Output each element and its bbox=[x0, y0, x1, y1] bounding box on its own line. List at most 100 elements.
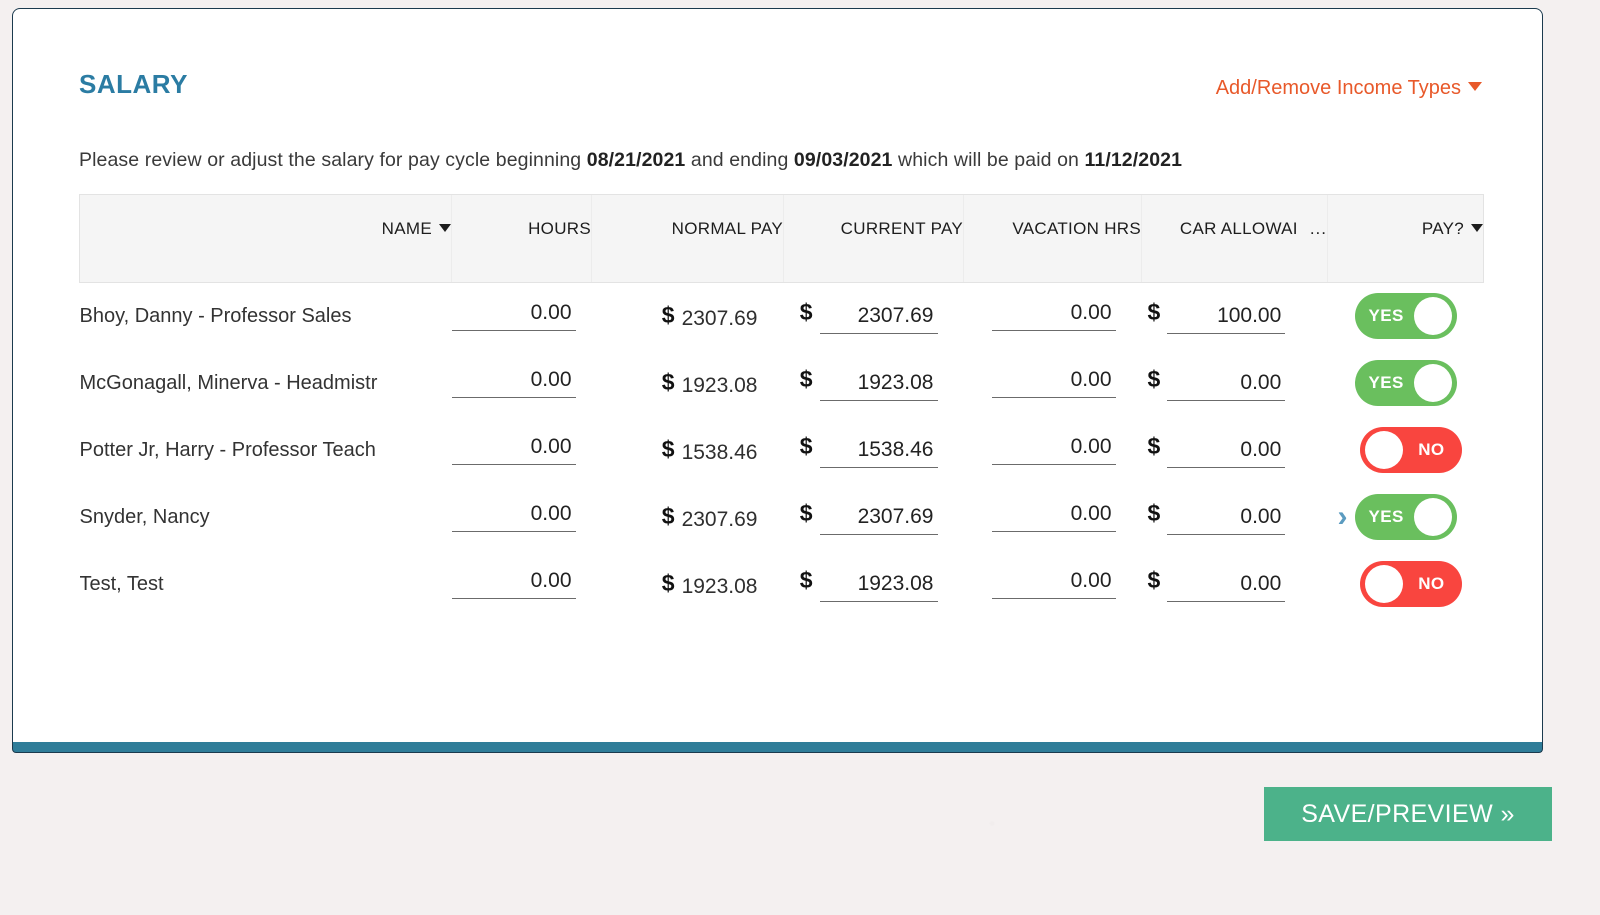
save-preview-button[interactable]: SAVE/PREVIEW » bbox=[1264, 787, 1552, 841]
cell-employee-name: McGonagall, Minerva - Headmistr bbox=[79, 371, 378, 394]
car-allowance-field: $ bbox=[1148, 366, 1286, 401]
table-row: Test, Test$1923.08$$NO bbox=[80, 551, 1484, 618]
column-header-name[interactable]: NAME bbox=[79, 194, 452, 283]
column-header-hours: HOURS bbox=[451, 194, 592, 283]
toggle-knob bbox=[1413, 498, 1452, 536]
cell-pay-toggle: NO bbox=[1328, 551, 1484, 618]
pay-toggle-yes[interactable]: YES bbox=[1354, 360, 1457, 406]
normal-pay-value: 2307.69 bbox=[681, 306, 758, 330]
cell-car-allowance: $ bbox=[1142, 283, 1328, 350]
truncation-ellipsis: ... bbox=[1309, 219, 1327, 238]
cell-current-pay: $ bbox=[784, 417, 964, 484]
hours-input[interactable] bbox=[451, 502, 576, 532]
pay-toggle-label: YES bbox=[1368, 373, 1404, 392]
vacation-hrs-input[interactable] bbox=[991, 435, 1116, 465]
card-bottom-accent-bar bbox=[12, 742, 1543, 753]
cell-normal-pay: $2307.69 bbox=[592, 283, 784, 350]
pay-date: 11/12/2021 bbox=[1084, 149, 1183, 171]
page-root: SALARY Add/Remove Income Types Please re… bbox=[0, 0, 1600, 915]
column-header-current-pay: CURRENT PAY bbox=[783, 194, 964, 283]
pay-toggle-no[interactable]: NO bbox=[1359, 561, 1462, 607]
cell-employee-name: Bhoy, Danny - Professor Sales bbox=[79, 304, 352, 327]
table-row: McGonagall, Minerva - Headmistr$1923.08$… bbox=[80, 350, 1484, 417]
table-row: Potter Jr, Harry - Professor Teach $1538.… bbox=[80, 417, 1484, 484]
currency-symbol: $ bbox=[1147, 566, 1161, 593]
pay-toggle-label: YES bbox=[1368, 306, 1404, 326]
cell-current-pay: $ bbox=[784, 484, 964, 551]
subtitle-lead: Please review or adjust the salary for p… bbox=[79, 149, 587, 171]
current-pay-input[interactable] bbox=[819, 303, 938, 334]
page-title: SALARY bbox=[79, 69, 188, 99]
current-pay-input[interactable] bbox=[819, 504, 938, 535]
chevron-down-icon bbox=[1468, 82, 1482, 91]
cell-car-allowance: $ bbox=[1142, 551, 1328, 618]
car-allowance-field: $ bbox=[1148, 567, 1286, 602]
pay-toggle-no[interactable]: NO bbox=[1359, 427, 1462, 473]
cell-hours bbox=[451, 551, 592, 618]
car-allowance-field: $ bbox=[1148, 500, 1286, 535]
current-pay-input[interactable] bbox=[819, 437, 938, 468]
currency-symbol: $ bbox=[1147, 499, 1161, 526]
hours-input[interactable] bbox=[451, 435, 576, 465]
column-header-car-allowance-label: CAR ALLOWAI bbox=[1179, 219, 1298, 238]
vacation-hrs-input[interactable] bbox=[991, 569, 1116, 599]
cell-normal-pay: $2307.69 bbox=[592, 484, 784, 551]
vacation-hrs-input[interactable] bbox=[991, 502, 1116, 532]
car-allowance-field: $ bbox=[1148, 433, 1286, 468]
pay-toggle-yes[interactable]: YES bbox=[1354, 293, 1457, 340]
car-allowance-input[interactable] bbox=[1167, 504, 1286, 535]
pay-toggle-label: NO bbox=[1418, 574, 1445, 593]
vacation-hrs-input[interactable] bbox=[991, 301, 1116, 332]
cell-employee-name: Snyder, Nancy bbox=[79, 505, 210, 528]
cell-car-allowance: $ bbox=[1142, 350, 1328, 417]
car-allowance-input[interactable] bbox=[1167, 571, 1286, 602]
car-allowance-input[interactable] bbox=[1167, 437, 1286, 468]
current-pay-input[interactable] bbox=[819, 370, 938, 401]
chevron-right-icon[interactable]: › bbox=[1338, 502, 1348, 532]
car-allowance-input[interactable] bbox=[1167, 370, 1286, 401]
hours-input[interactable] bbox=[451, 368, 576, 398]
column-header-pay[interactable]: PAY? bbox=[1327, 194, 1484, 283]
cell-hours bbox=[451, 417, 592, 484]
currency-symbol: $ bbox=[661, 435, 675, 462]
current-pay-input[interactable] bbox=[819, 571, 938, 602]
cell-normal-pay: $1538.46 bbox=[592, 417, 784, 484]
card-header: SALARY Add/Remove Income Types bbox=[13, 9, 1542, 127]
current-pay-field: $ bbox=[800, 366, 938, 401]
toggle-knob bbox=[1413, 297, 1452, 336]
cell-car-allowance: $› bbox=[1142, 484, 1348, 551]
currency-symbol: $ bbox=[799, 365, 813, 392]
sort-caret-down-icon bbox=[1471, 224, 1483, 232]
salary-card: SALARY Add/Remove Income Types Please re… bbox=[12, 8, 1543, 742]
column-header-name-label: NAME bbox=[381, 219, 432, 238]
cell-pay-toggle: NO bbox=[1328, 417, 1484, 484]
cell-pay-toggle: YES bbox=[1328, 484, 1484, 551]
currency-symbol: $ bbox=[799, 566, 813, 593]
hours-input[interactable] bbox=[451, 301, 576, 332]
cell-pay-toggle: YES bbox=[1328, 283, 1484, 350]
pay-toggle-yes[interactable]: YES bbox=[1354, 494, 1457, 540]
column-header-normal-pay: NORMAL PAY bbox=[591, 194, 784, 283]
cell-vacation-hrs bbox=[964, 551, 1142, 618]
sort-caret-down-icon bbox=[439, 224, 451, 232]
cell-normal-pay: $1923.08 bbox=[592, 551, 784, 618]
vacation-hrs-input[interactable] bbox=[991, 368, 1116, 398]
cell-vacation-hrs bbox=[964, 283, 1142, 350]
add-remove-income-types-label: Add/Remove Income Types bbox=[1215, 77, 1461, 99]
current-pay-field: $ bbox=[800, 433, 938, 468]
car-allowance-field: $ bbox=[1148, 299, 1286, 334]
normal-pay-value: 1923.08 bbox=[681, 574, 758, 598]
current-pay-field: $ bbox=[800, 567, 938, 602]
subtitle-tail: which will be paid on bbox=[892, 149, 1085, 171]
salary-table-wrapper: NAME HOURS NORMAL PAY CURRENT PAY VACATI… bbox=[79, 194, 1484, 618]
subtitle-mid: and ending bbox=[685, 149, 794, 171]
hours-input[interactable] bbox=[451, 569, 576, 599]
currency-symbol: $ bbox=[1147, 298, 1161, 325]
pay-cycle-end-date: 09/03/2021 bbox=[793, 149, 893, 171]
cell-vacation-hrs bbox=[964, 350, 1142, 417]
car-allowance-input[interactable] bbox=[1167, 303, 1286, 334]
add-remove-income-types-link[interactable]: Add/Remove Income Types bbox=[1216, 77, 1482, 100]
normal-pay-value: 1538.46 bbox=[681, 440, 758, 464]
cell-hours bbox=[451, 350, 592, 417]
currency-symbol: $ bbox=[661, 502, 675, 529]
